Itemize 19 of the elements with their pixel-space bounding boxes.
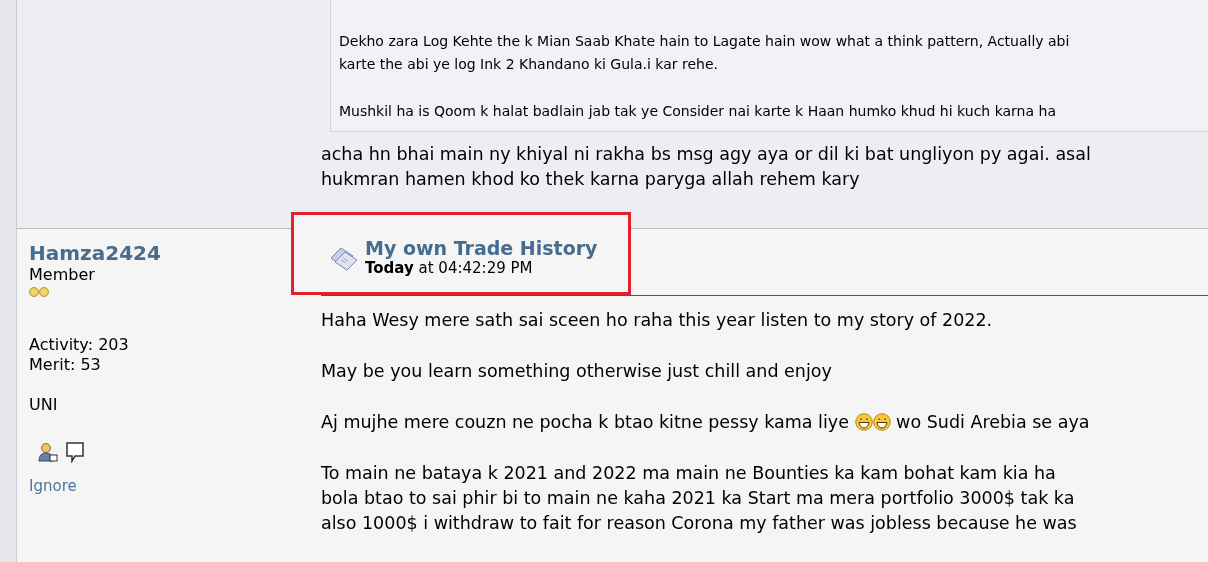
personal-text: UNI [29, 395, 58, 415]
post-title-link[interactable]: My own Trade History [365, 237, 598, 259]
activity-count: Activity: 203 [29, 335, 129, 355]
quote-paragraph: Mushkil ha is Qoom k halat badlain jab tak ye Consider nai karte k Haan humko khud hi kuch karna ha [339, 102, 1057, 121]
post-paragraph: To main ne bataya k 2021 and 2022 ma main ne Bounties ka kam bohat kam kia ha bola btao to sai phir bi to main ne kaha 2021 ka Start ma mera portfolio 3000$ tak ka also 1000$ i withdraw to fait for reason Corona my father was jobless because he was [321, 462, 1078, 535]
post-date: Today at 04:42:29 PM [365, 259, 534, 278]
member-rank: Member [29, 265, 95, 285]
message-bubble-icon[interactable] [65, 441, 85, 463]
quote-paragraph: Dekho zara Log Kehte the k Mian Saab Khate hain to Lagate hain wow what a think pattern, Actually abi karte the abi ye log Ink 2 Khandano ki Gula.i kar rehe. [339, 32, 1071, 74]
merit-count: Merit: 53 [29, 355, 101, 375]
post-paragraph: Aj mujhe mere couzn ne pocha k btao kitne pessy kama liye wo Sudi Arebia se aya [321, 411, 1091, 434]
ignore-link[interactable]: Ignore [29, 477, 77, 495]
post-paragraph: May be you learn something otherwise just chill and enjoy [321, 360, 833, 383]
post-text: acha hn bhai main ny khiyal ni rakha bs msg agy aya or dil ki bat ungliyon py agai. asal hukmran hamen khod ko thek karna paryga allah rehem kary [321, 143, 1092, 191]
profile-icon[interactable] [37, 441, 59, 463]
username-link[interactable]: Hamza2424 [29, 241, 161, 265]
post-paragraph: Haha Wesy mere sath sai sceen ho raha this year listen to my story of 2022. [321, 309, 994, 332]
grinning-emoji-icon [872, 413, 891, 431]
grinning-emoji-icon [854, 413, 873, 431]
